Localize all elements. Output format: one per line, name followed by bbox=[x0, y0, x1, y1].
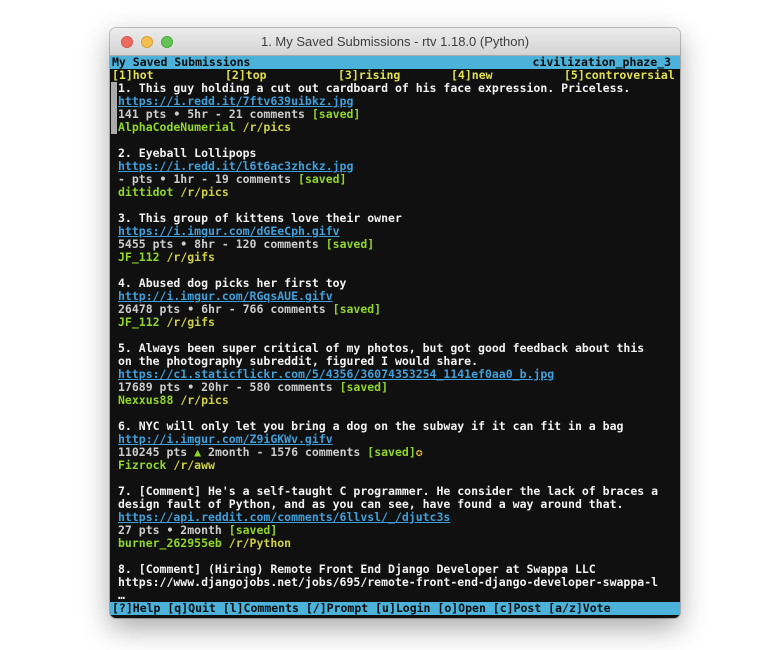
submission-item[interactable]: 4. Abused dog picks her first toy http:/… bbox=[110, 277, 680, 329]
help-bar: [?]Help [q]Quit [l]Comments [/]Prompt [u… bbox=[110, 602, 680, 615]
author-name[interactable]: JF_112 bbox=[118, 315, 160, 329]
submission-byline: Fizrock/r/aww bbox=[118, 459, 658, 472]
author-name[interactable]: burner_262955eb bbox=[118, 536, 222, 550]
subreddit-name[interactable]: /r/gifs bbox=[166, 250, 214, 264]
gilded-icon: ✪ bbox=[416, 445, 423, 459]
saved-badge: [saved] bbox=[312, 107, 360, 121]
subreddit-name[interactable]: /r/gifs bbox=[166, 315, 214, 329]
submission-title-continued: https://www.djangojobs.net/jobs/695/remo… bbox=[118, 576, 658, 589]
close-button[interactable] bbox=[121, 36, 133, 48]
author-name[interactable]: Nexxus88 bbox=[118, 393, 173, 407]
subreddit-name[interactable]: /r/pics bbox=[243, 120, 291, 134]
submission-item[interactable]: 3. This group of kittens love their owne… bbox=[110, 212, 680, 264]
saved-badge: [saved] bbox=[367, 445, 415, 459]
submission-title: 5. Always been super critical of my phot… bbox=[118, 342, 658, 368]
saved-badge: [saved] bbox=[229, 523, 277, 537]
status-header-bar: My Saved Submissions civilization_phaze_… bbox=[110, 56, 680, 69]
subreddit-name[interactable]: /r/aww bbox=[173, 458, 215, 472]
truncation-ellipsis: … bbox=[118, 589, 658, 602]
minimize-button[interactable] bbox=[141, 36, 153, 48]
submission-byline: burner_262955eb/r/Python bbox=[118, 537, 658, 550]
submission-byline: dittidot/r/pics bbox=[118, 186, 658, 199]
submission-byline: JF_112/r/gifs bbox=[118, 316, 658, 329]
selection-cursor bbox=[111, 82, 117, 134]
submission-item[interactable]: 2. Eyeball Lollipops https://i.redd.it/l… bbox=[110, 147, 680, 199]
terminal-screen: My Saved Submissions civilization_phaze_… bbox=[110, 56, 680, 618]
rtv-window: 1. My Saved Submissions - rtv 1.18.0 (Py… bbox=[110, 28, 680, 618]
submission-item[interactable]: 8. [Comment] (Hiring) Remote Front End D… bbox=[110, 563, 680, 602]
author-name[interactable]: dittidot bbox=[118, 185, 173, 199]
saved-badge: [saved] bbox=[333, 302, 381, 316]
submission-byline: JF_112/r/gifs bbox=[118, 251, 658, 264]
window-title: 1. My Saved Submissions - rtv 1.18.0 (Py… bbox=[261, 34, 529, 49]
submission-title: 7. [Comment] He's a self-taught C progra… bbox=[118, 485, 658, 511]
traffic-lights bbox=[121, 28, 173, 55]
title-bar[interactable]: 1. My Saved Submissions - rtv 1.18.0 (Py… bbox=[110, 28, 680, 56]
submission-byline: AlphaCodeNumerial/r/pics bbox=[118, 121, 658, 134]
submission-item[interactable]: 7. [Comment] He's a self-taught C progra… bbox=[110, 485, 680, 550]
zoom-button[interactable] bbox=[161, 36, 173, 48]
author-name[interactable]: JF_112 bbox=[118, 250, 160, 264]
submission-item[interactable]: 5. Always been super critical of my phot… bbox=[110, 342, 680, 407]
page-title: My Saved Submissions bbox=[110, 56, 250, 69]
saved-badge: [saved] bbox=[298, 172, 346, 186]
saved-badge: [saved] bbox=[340, 380, 388, 394]
author-name[interactable]: AlphaCodeNumerial bbox=[118, 120, 236, 134]
subreddit-name[interactable]: /r/Python bbox=[229, 536, 291, 550]
subreddit-name[interactable]: /r/pics bbox=[180, 185, 228, 199]
subreddit-name[interactable]: /r/pics bbox=[180, 393, 228, 407]
submission-item[interactable]: 1. This guy holding a cut out cardboard … bbox=[110, 82, 680, 134]
logged-in-username: civilization_phaze_3 bbox=[533, 56, 680, 69]
author-name[interactable]: Fizrock bbox=[118, 458, 166, 472]
submission-item[interactable]: 6. NYC will only let you bring a dog on … bbox=[110, 420, 680, 472]
saved-badge: [saved] bbox=[326, 237, 374, 251]
submission-byline: Nexxus88/r/pics bbox=[118, 394, 658, 407]
